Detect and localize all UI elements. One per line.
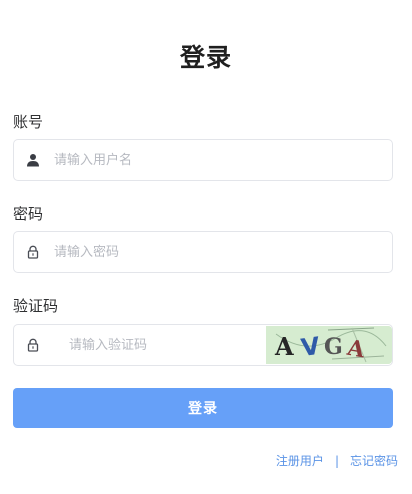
captcha-image[interactable]: A V G A — [266, 326, 392, 364]
lock-icon — [25, 337, 41, 353]
page-title: 登录 — [179, 43, 232, 72]
account-label: 账号 — [13, 113, 44, 131]
link-separator: | — [334, 453, 339, 468]
login-page: 登录 账号 密码 验证码 — [0, 0, 412, 494]
lock-icon — [25, 244, 41, 260]
password-label: 密码 — [13, 205, 44, 223]
captcha-field: A V G A — [13, 324, 393, 366]
login-button[interactable]: 登录 — [13, 388, 393, 428]
svg-text:A: A — [274, 332, 294, 361]
password-input[interactable] — [54, 232, 274, 272]
username-input[interactable] — [54, 140, 274, 180]
captcha-label: 验证码 — [13, 297, 59, 315]
register-link[interactable]: 注册用户 — [276, 452, 324, 469]
captcha-input[interactable] — [69, 325, 269, 365]
password-field — [13, 231, 393, 273]
svg-text:G: G — [324, 334, 343, 360]
footer-links: 注册用户 | 忘记密码 — [276, 452, 398, 469]
user-icon — [25, 152, 41, 168]
forgot-password-link[interactable]: 忘记密码 — [350, 452, 398, 469]
account-field — [13, 139, 393, 181]
